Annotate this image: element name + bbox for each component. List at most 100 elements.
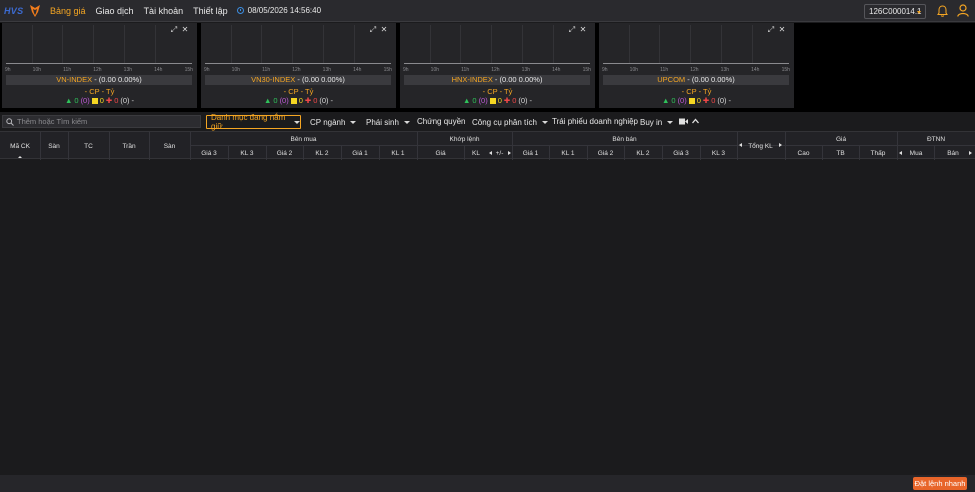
arrow-left-icon[interactable] <box>739 143 742 147</box>
floor-count: (0) <box>717 96 727 105</box>
account-number: 126C000014.1 <box>869 7 922 16</box>
chevron-up-icon[interactable] <box>692 118 699 124</box>
index-breadth: ▲ 0 (0) 0 ✚ 0 (0) - <box>400 96 595 105</box>
watchlist-label: Danh mục đang nắm giữ <box>211 113 286 131</box>
search-input[interactable] <box>17 117 197 126</box>
sector-dropdown[interactable]: CP ngành <box>306 115 357 129</box>
advances: 0 <box>273 96 278 105</box>
time-axis: 9h 10h 11h 12h 13h 14h 15h <box>403 67 591 73</box>
buyin-label: Buy in <box>640 117 663 127</box>
chevron-down-icon <box>403 120 410 124</box>
time-label: 13h <box>123 67 133 73</box>
time-label: 15h <box>184 67 193 73</box>
logo-text: HVS <box>4 5 24 16</box>
index-volume: - CP - Tỷ <box>482 87 513 96</box>
time-label: 11h <box>660 67 669 73</box>
search-box[interactable] <box>2 115 201 128</box>
floor-count: (0) <box>120 96 130 105</box>
close-icon[interactable]: ✕ <box>579 26 587 34</box>
index-value-bar[interactable]: VN30-INDEX - (0.00 0.00%) <box>205 75 391 85</box>
top-bar: HVS Bảng giá Giao dịch Tài khoản Thiết l… <box>0 0 975 22</box>
close-icon[interactable]: ✕ <box>181 26 189 34</box>
index-name: UPCOM <box>657 75 686 84</box>
declines: 0 <box>313 96 318 105</box>
time-label: 14h <box>751 67 760 73</box>
arrow-right-icon[interactable] <box>969 151 972 155</box>
chevron-down-icon <box>294 120 300 124</box>
sort-asc-icon[interactable] <box>18 156 22 158</box>
expand-icon[interactable]: ⤢ <box>568 26 576 34</box>
col-price-avg: TB <box>836 150 845 157</box>
floor-count: (0) <box>518 96 528 105</box>
close-icon[interactable]: ✕ <box>778 26 786 34</box>
time-label: 14h <box>154 67 163 73</box>
price-table-header: Mã CK Sàn TC Trần Sàn Bên mua Giá 3 KL 3… <box>0 131 975 160</box>
nav-bang-gia[interactable]: Bảng giá <box>45 0 91 22</box>
nav-tai-khoan[interactable]: Tài khoản <box>139 0 189 22</box>
unchanged: 0 <box>298 96 303 105</box>
price-table-body <box>0 160 975 475</box>
time-label: 15h <box>383 67 392 73</box>
index-chart <box>603 25 789 64</box>
user-icon[interactable] <box>957 4 969 17</box>
expand-icon[interactable]: ⤢ <box>369 26 377 34</box>
video-icon[interactable] <box>679 118 688 125</box>
watchlist-select[interactable]: Danh mục đang nắm giữ <box>206 113 301 131</box>
index-value-bar[interactable]: UPCOM - (0.00 0.00%) <box>603 75 789 85</box>
index-value-bar[interactable]: HNX-INDEX - (0.00 0.00%) <box>404 75 590 85</box>
time-label: 12h <box>292 67 301 73</box>
col-foreign-buy: Mua <box>909 150 923 157</box>
breadth-tail: - <box>728 96 732 105</box>
index-value-bar[interactable]: VN-INDEX - (0.00 0.00%) <box>6 75 192 85</box>
col-sell-price-3: Giá 3 <box>673 150 689 157</box>
arrow-right-icon[interactable] <box>508 151 511 155</box>
time-label: 10h <box>231 67 241 73</box>
derivatives-label: Phái sinh <box>366 117 399 127</box>
warrants-button[interactable]: Chứng quyền <box>417 115 466 129</box>
nav-giao-dich[interactable]: Giao dịch <box>91 0 139 22</box>
arrow-up-icon: ▲ <box>462 96 471 105</box>
time-label: 11h <box>63 67 72 73</box>
index-change: - (0.00 0.00%) <box>295 75 345 84</box>
time-axis: 9h 10h 11h 12h 13h 14h 15h <box>5 67 193 73</box>
derivatives-dropdown[interactable]: Phái sinh <box>362 115 410 129</box>
col-san-floor: Sàn <box>163 143 176 150</box>
sector-label: CP ngành <box>310 117 346 127</box>
square-icon <box>489 97 496 104</box>
arrow-down-icon: ✚ <box>105 96 113 105</box>
close-icon[interactable]: ✕ <box>380 26 388 34</box>
arrow-right-icon[interactable] <box>779 143 782 147</box>
bonds-button[interactable]: Trái phiếu doanh nghiệp <box>552 115 638 129</box>
index-panel-upcom: ⤢ ✕ 9h 10h 11h 12h 13h 14h 15h UPCOM - (0.00 0… <box>599 23 794 108</box>
time-label: 11h <box>262 67 271 73</box>
index-volume: - CP - Tỷ <box>84 87 115 96</box>
expand-icon[interactable]: ⤢ <box>170 26 178 34</box>
account-select[interactable]: 126C000014.1 <box>864 4 926 19</box>
main-nav: Bảng giá Giao dịch Tài khoản Thiết lập <box>45 0 233 22</box>
index-breadth: ▲ 0 (0) 0 ✚ 0 (0) - <box>2 96 197 105</box>
col-tong-kl: Tổng KL <box>748 143 773 150</box>
col-ma-ck[interactable]: Mã CK <box>0 143 40 150</box>
col-buy-vol-1: KL 1 <box>391 150 405 157</box>
quick-order-button[interactable]: Đặt lệnh nhanh <box>913 477 967 490</box>
time-label: 9h <box>403 67 409 73</box>
logo[interactable]: HVS <box>4 0 40 22</box>
group-khop-lenh: Khớp lệnh <box>449 136 480 143</box>
group-ben-mua: Bên mua <box>290 136 317 143</box>
analysis-label: Công cụ phân tích <box>472 117 537 127</box>
filter-toolbar: Danh mục đang nắm giữ CP ngành Phái sinh… <box>0 113 975 131</box>
expand-icon[interactable]: ⤢ <box>767 26 775 34</box>
clock-icon <box>236 7 244 14</box>
buyin-dropdown[interactable]: Buy in <box>636 115 674 129</box>
advances: 0 <box>472 96 477 105</box>
search-icon <box>6 117 14 126</box>
bell-icon[interactable] <box>937 5 948 17</box>
index-name: VN30-INDEX <box>251 75 296 84</box>
col-match-price: Giá <box>435 150 446 157</box>
chevron-down-icon <box>917 11 921 14</box>
group-ben-ban: Bên bán <box>612 136 637 143</box>
nav-thiet-lap[interactable]: Thiết lập <box>188 0 233 22</box>
chevron-down-icon <box>350 120 357 124</box>
unchanged: 0 <box>99 96 104 105</box>
analysis-dropdown[interactable]: Công cụ phân tích <box>468 115 548 129</box>
